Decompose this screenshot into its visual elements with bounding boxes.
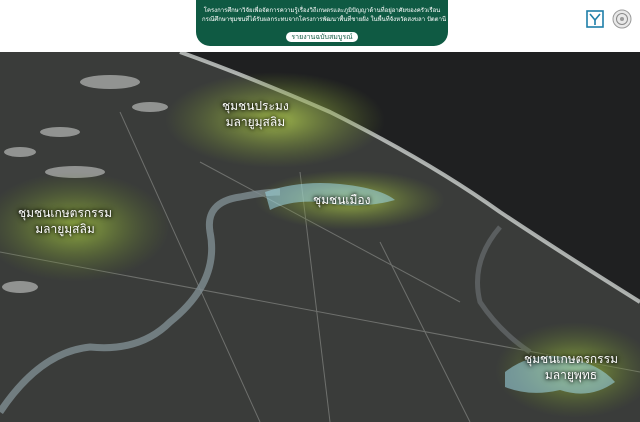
area-label-fishing-muslim[interactable]: ชุมชนประมง มลายูมุสลิม	[222, 98, 289, 130]
area-label-line: ชุมชนประมง	[222, 99, 289, 113]
area-label-line: มลายูพุทธ	[544, 368, 598, 382]
area-label-line: มลายูมุสลิม	[225, 115, 286, 129]
project-title-box: โครงการศึกษาวิจัยเพื่อจัดการความรู้เรื่อ…	[196, 0, 448, 46]
area-label-farming-muslim[interactable]: ชุมชนเกษตรกรรม มลายูมุสลิม	[18, 205, 112, 237]
institute-logo-icon[interactable]	[586, 10, 604, 28]
area-label-urban[interactable]: ชุมชนเมือง	[313, 192, 370, 208]
area-label-line: ชุมชนเมือง	[313, 193, 371, 207]
top-header: โครงการศึกษาวิจัยเพื่อจัดการความรู้เรื่อ…	[0, 0, 640, 52]
area-label-line: ชุมชนเกษตรกรรม	[524, 352, 618, 366]
area-label-line: มลายูมุสลิม	[35, 222, 95, 236]
area-label-farming-buddhist[interactable]: ชุมชนเกษตรกรรม มลายูพุทธ	[524, 351, 618, 383]
project-title-line-1: โครงการศึกษาวิจัยเพื่อจัดการความรู้เรื่อ…	[203, 7, 441, 14]
full-report-button[interactable]: รายงานฉบับสมบูรณ์	[286, 32, 358, 42]
project-title-line-2: กรณีศึกษาชุมชนที่ได้รับผลกระทบจากโครงการ…	[202, 16, 448, 23]
area-label-line: ชุมชนเกษตรกรรม	[18, 206, 112, 220]
emblem-seal-icon[interactable]	[612, 9, 632, 29]
